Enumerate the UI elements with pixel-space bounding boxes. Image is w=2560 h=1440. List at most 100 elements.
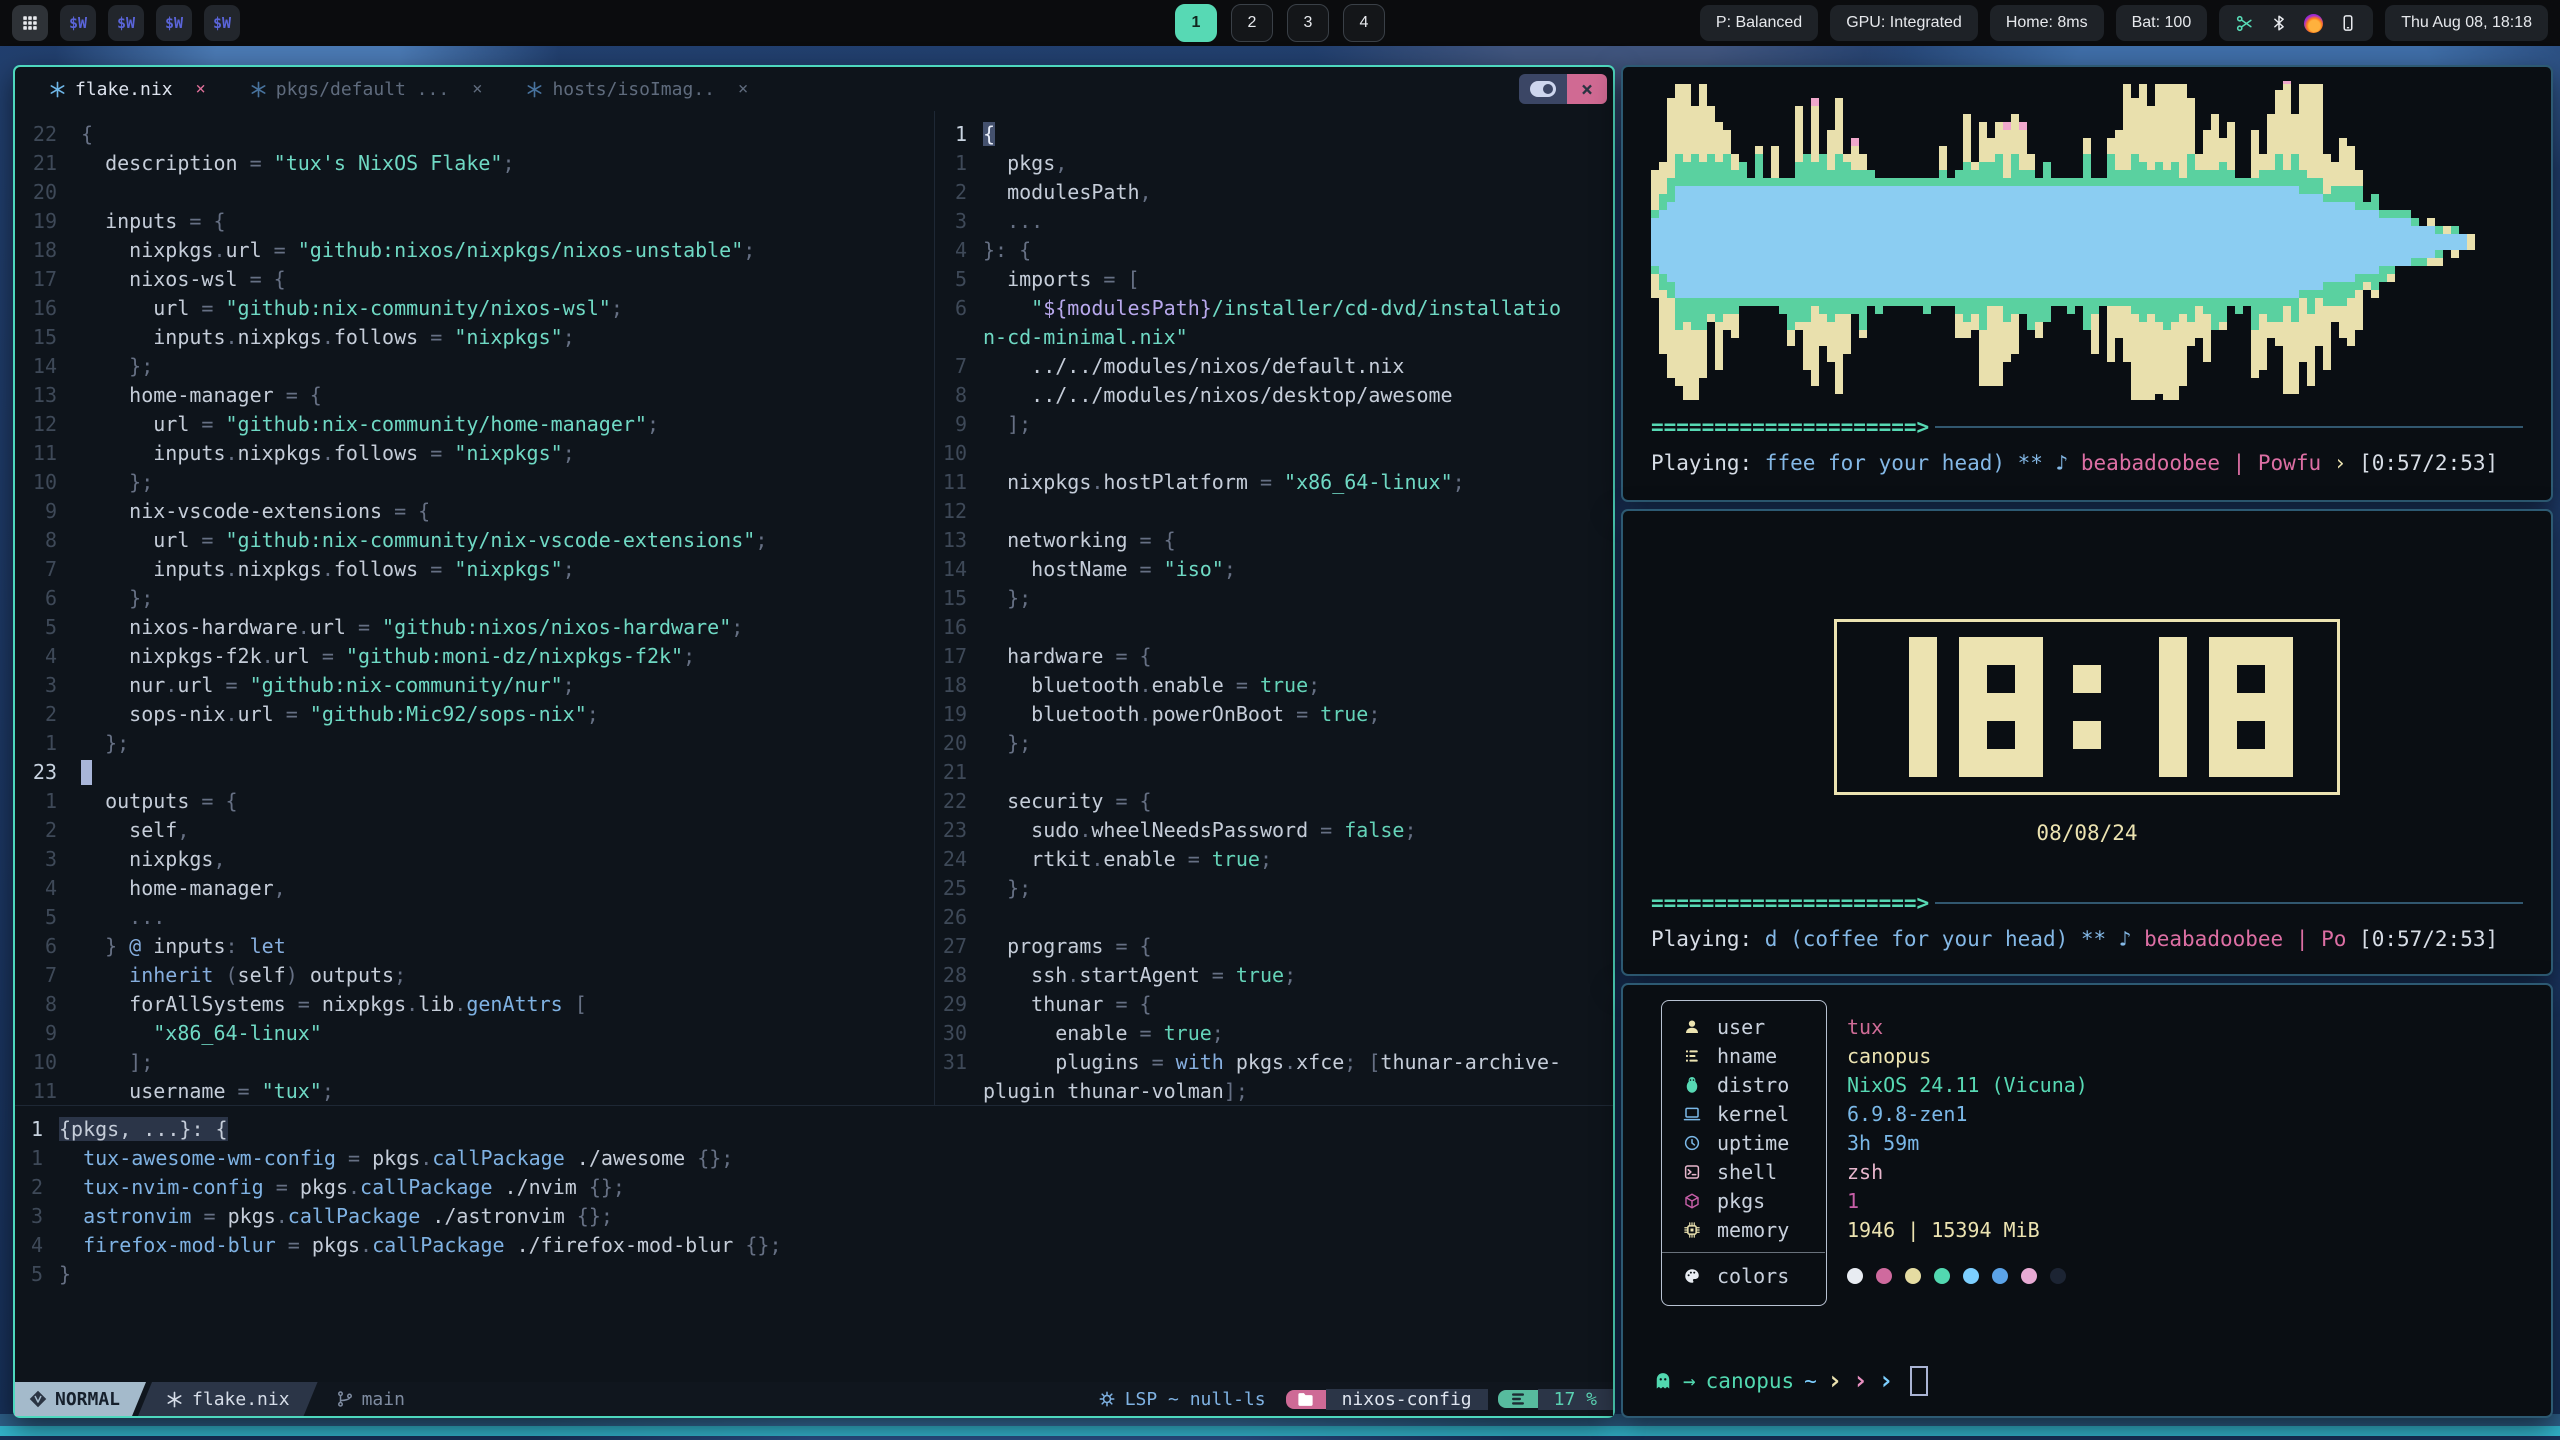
user-icon [1683,1018,1701,1036]
code-line: 23 [15,757,934,786]
code-line: 27 programs = { [935,931,1613,960]
file-label: flake.nix [192,1389,290,1410]
code-line: 15 inputs.nixpkgs.follows = "nixpkgs"; [15,322,934,351]
code-line: 3 astronvim = pkgs.callPackage ./astronv… [15,1201,1613,1230]
taskbar-item-4[interactable]: $W [204,5,240,41]
code-line: 6 "${modulesPath}/installer/cd-dvd/insta… [935,293,1613,322]
code-line: 11 username = "tux"; [15,1076,934,1105]
terminal-icon [1683,1163,1701,1181]
git-branch-segment[interactable]: main [336,1382,405,1416]
taskbar-item-1[interactable]: $W [60,5,96,41]
code-line: 7 inputs.nixpkgs.follows = "nixpkgs"; [15,554,934,583]
file-segment[interactable]: flake.nix [138,1382,318,1416]
buffer-flake-nix[interactable]: 22{21 description = "tux's NixOS Flake";… [15,111,935,1105]
clock-digit [2209,637,2293,777]
status-pill-3[interactable]: Home: 8ms [1990,5,2104,41]
close-tab-icon[interactable]: × [196,79,206,99]
color-swatch [1934,1268,1950,1284]
code-line: 10 ]; [15,1047,934,1076]
fetch-row-kernel: kernel6.9.8-zen1 [1661,1099,2481,1128]
fetch-row-hname: hnamecanopus [1661,1041,2481,1070]
close-window-button[interactable]: × [1567,74,1607,104]
prompt-path: ~ [1804,1369,1817,1393]
neovim-window[interactable]: flake.nix×pkgs/default ...×hosts/isoImag… [13,65,1615,1418]
laptop-icon [1683,1105,1701,1123]
status-pill-2[interactable]: GPU: Integrated [1830,5,1978,41]
code-line: 1 outputs = { [15,786,934,815]
clock-icon [1683,1134,1701,1152]
code-line: 2 tux-nvim-config = pkgs.callPackage ./n… [15,1172,1613,1201]
code-line: 26 [935,902,1613,931]
project-label: nixos-config [1342,1389,1472,1410]
fetch-row-pkgs: pkgs1 [1661,1186,2481,1215]
vim-icon [29,1390,47,1408]
fetch-value: 3h 59m [1847,1131,1919,1155]
package-icon [1683,1192,1701,1210]
close-tab-icon[interactable]: × [472,79,482,99]
tag-4[interactable]: 4 [1343,4,1385,42]
status-pill-1[interactable]: P: Balanced [1700,5,1818,41]
code-line: 7 inherit (self) outputs; [15,960,934,989]
code-line: 16 url = "github:nix-community/nixos-wsl… [15,293,934,322]
editor-splits: 22{21 description = "tux's NixOS Flake";… [15,111,1613,1106]
fetch-value: NixOS 24.11 (Vicuna) [1847,1073,2088,1097]
separator-line: =====================> [1651,415,2523,439]
lines-icon [1509,1390,1527,1408]
code-line: 21 [935,757,1613,786]
fetch-value: 6.9.8-zen1 [1847,1102,1967,1126]
code-line: 1{pkgs, ...}: { [15,1114,1613,1143]
fetch-label: uptime [1717,1131,1825,1155]
tab-hosts-isoImag-[interactable]: hosts/isoImag..× [526,79,748,100]
prompt-chevron: › [1878,1371,1894,1392]
code-line: 31 plugins = with pkgs.xfce; [thunar-arc… [935,1047,1613,1076]
code-line: 19 bluetooth.powerOnBoot = true; [935,699,1613,728]
toggle-icon [1530,81,1556,97]
taskbar-item-2[interactable]: $W [108,5,144,41]
tray-icons[interactable] [2219,5,2373,41]
code-line: 9 ]; [935,409,1613,438]
code-line: 21 description = "tux's NixOS Flake"; [15,148,934,177]
close-icon: × [1581,77,1593,101]
system-fetch: usertuxhnamecanopusdistroNixOS 24.11 (Vi… [1661,1000,2481,1290]
buffer-iso-image[interactable]: 1{1 pkgs,2 modulesPath,3 ...4}: {5 impor… [935,111,1613,1105]
titlebar-toggle-button[interactable] [1519,74,1567,104]
code-line: 23 sudo.wheelNeedsPassword = false; [935,815,1613,844]
code-line: 19 inputs = { [15,206,934,235]
color-swatch [1992,1268,2008,1284]
terminal-window[interactable]: usertuxhnamecanopusdistroNixOS 24.11 (Vi… [1621,983,2553,1418]
tag-2[interactable]: 2 [1231,4,1273,42]
tag-1[interactable]: 1 [1175,4,1217,42]
prompt-arrow: → [1683,1369,1696,1393]
tab-pkgs-default-[interactable]: pkgs/default ...× [250,79,483,100]
code-line: 10 [935,438,1613,467]
workspace-tags: 1234 [1175,4,1385,42]
close-tab-icon[interactable]: × [738,79,748,99]
shell-prompt[interactable]: →canopus~››› [1653,1366,1928,1396]
tab-flake-nix[interactable]: flake.nix× [49,79,206,100]
app-grid-button[interactable] [12,5,48,41]
color-swatch [2021,1268,2037,1284]
now-playing-line: Playing: ffee for your head) ** ♪ beabad… [1651,451,2523,475]
code-line: 17 hardware = { [935,641,1613,670]
clock-window[interactable]: 08/08/24 =====================> Playing:… [1621,509,2553,976]
buffer-pkgs-default[interactable]: 1{pkgs, ...}: {1 tux-awesome-wm-config =… [15,1106,1613,1296]
code-line: 10 }; [15,467,934,496]
code-line: 24 rtkit.enable = true; [935,844,1613,873]
clock-widget[interactable]: Thu Aug 08, 18:18 [2385,5,2548,41]
taskbar-item-label: $W [165,14,183,32]
scissors-icon [2235,14,2254,33]
music-visualizer-window[interactable]: =====================> Playing: ffee for… [1621,65,2553,502]
fetch-value: zsh [1847,1160,1883,1184]
fetch-label: memory [1717,1218,1825,1242]
separator-line: =====================> [1651,891,2523,915]
scroll-percent-label: 17 % [1554,1389,1597,1410]
tag-3[interactable]: 3 [1287,4,1329,42]
taskbar-item-3[interactable]: $W [156,5,192,41]
color-swatch [1847,1268,1863,1284]
code-line: 18 bluetooth.enable = true; [935,670,1613,699]
code-line: 4 firefox-mod-blur = pkgs.callPackage ./… [15,1230,1613,1259]
tabs-container: flake.nix× pkgs/default ...× hosts/isoImag… [49,79,748,100]
status-pill-4[interactable]: Bat: 100 [2116,5,2208,41]
code-line: 17 nixos-wsl = { [15,264,934,293]
clock-digit [2131,637,2187,777]
